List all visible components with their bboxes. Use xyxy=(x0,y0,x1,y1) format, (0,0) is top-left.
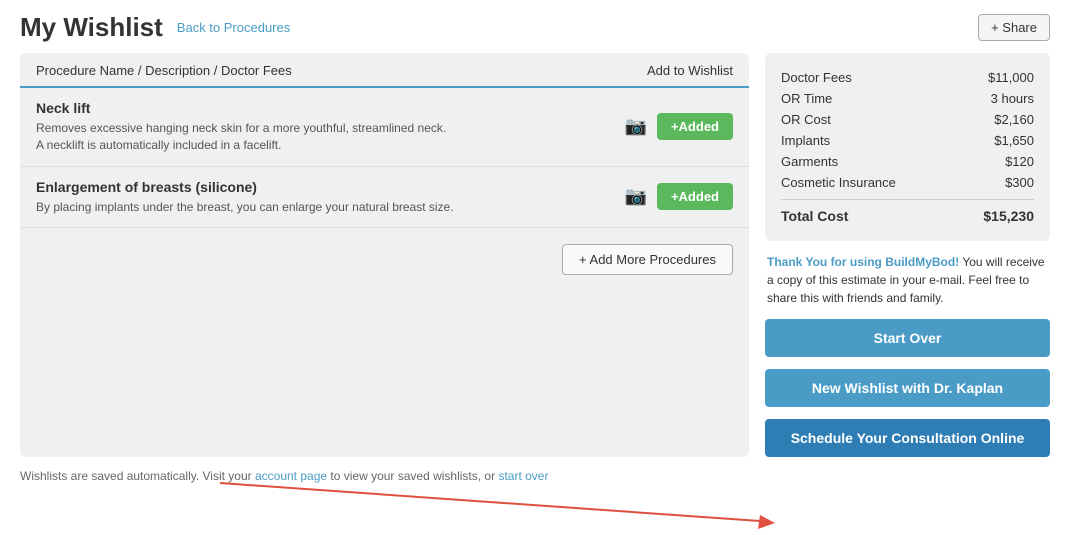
procedure-actions-0: 📷 +Added xyxy=(625,113,733,140)
cost-value-5: $300 xyxy=(1005,175,1034,190)
cost-label-1: OR Time xyxy=(781,91,832,106)
cost-row-2: OR Cost $2,160 xyxy=(781,109,1034,130)
procedure-info: Enlargement of breasts (silicone) By pla… xyxy=(36,179,625,216)
col-header-right: Add to Wishlist xyxy=(647,63,733,78)
cost-row-4: Garments $120 xyxy=(781,151,1034,172)
share-button[interactable]: + Share xyxy=(978,14,1050,41)
cost-label-0: Doctor Fees xyxy=(781,70,852,85)
cost-value-3: $1,650 xyxy=(994,133,1034,148)
schedule-button[interactable]: Schedule Your Consultation Online xyxy=(765,419,1050,457)
cost-row-5: Cosmetic Insurance $300 xyxy=(781,172,1034,193)
arrow-overlay xyxy=(0,473,1070,533)
cost-label-2: OR Cost xyxy=(781,112,831,127)
cost-value-2: $2,160 xyxy=(994,112,1034,127)
procedure-name-1: Enlargement of breasts (silicone) xyxy=(36,179,625,195)
cost-row-1: OR Time 3 hours xyxy=(781,88,1034,109)
main-content: Procedure Name / Description / Doctor Fe… xyxy=(0,53,1070,457)
procedure-row: Enlargement of breasts (silicone) By pla… xyxy=(20,167,749,229)
left-panel: Procedure Name / Description / Doctor Fe… xyxy=(20,53,749,457)
cost-row-0: Doctor Fees $11,000 xyxy=(781,67,1034,88)
add-more-button[interactable]: + Add More Procedures xyxy=(562,244,733,275)
new-wishlist-button[interactable]: New Wishlist with Dr. Kaplan xyxy=(765,369,1050,407)
brand-text: Thank You for using BuildMyBod! xyxy=(767,255,959,269)
procedure-list: Neck lift Removes excessive hanging neck… xyxy=(20,88,749,228)
cost-row-3: Implants $1,650 xyxy=(781,130,1034,151)
cost-label-4: Garments xyxy=(781,154,838,169)
added-button-1[interactable]: +Added xyxy=(657,183,733,210)
cost-value-1: 3 hours xyxy=(991,91,1034,106)
page-title: My Wishlist xyxy=(20,12,163,43)
camera-icon-1: 📷 xyxy=(625,186,647,207)
col-header-left: Procedure Name / Description / Doctor Fe… xyxy=(36,63,292,78)
total-label: Total Cost xyxy=(781,208,848,224)
thank-you-box: Thank You for using BuildMyBod! You will… xyxy=(765,253,1050,307)
total-value: $15,230 xyxy=(983,208,1034,224)
added-button-0[interactable]: +Added xyxy=(657,113,733,140)
procedure-info: Neck lift Removes excessive hanging neck… xyxy=(36,100,625,154)
cost-label-5: Cosmetic Insurance xyxy=(781,175,896,190)
total-row: Total Cost $15,230 xyxy=(781,199,1034,227)
cost-box: Doctor Fees $11,000 OR Time 3 hours OR Cost $… xyxy=(765,53,1050,241)
add-more-row: + Add More Procedures xyxy=(20,228,749,279)
cost-rows: Doctor Fees $11,000 OR Time 3 hours OR Cost $… xyxy=(781,67,1034,193)
procedure-desc-0: Removes excessive hanging neck skin for … xyxy=(36,120,456,154)
right-panel: Doctor Fees $11,000 OR Time 3 hours OR Cost $… xyxy=(765,53,1050,457)
back-link[interactable]: Back to Procedures xyxy=(177,20,290,35)
cost-value-0: $11,000 xyxy=(988,70,1034,85)
cost-label-3: Implants xyxy=(781,133,830,148)
table-header: Procedure Name / Description / Doctor Fe… xyxy=(20,53,749,88)
header-left: My Wishlist Back to Procedures xyxy=(20,12,290,43)
start-over-button[interactable]: Start Over xyxy=(765,319,1050,357)
cost-value-4: $120 xyxy=(1005,154,1034,169)
procedure-name-0: Neck lift xyxy=(36,100,625,116)
procedure-actions-1: 📷 +Added xyxy=(625,183,733,210)
procedure-desc-1: By placing implants under the breast, yo… xyxy=(36,199,456,216)
header: My Wishlist Back to Procedures + Share xyxy=(0,0,1070,53)
camera-icon-0: 📷 xyxy=(625,116,647,137)
arrow-svg xyxy=(0,473,1070,533)
procedure-row: Neck lift Removes excessive hanging neck… xyxy=(20,88,749,167)
